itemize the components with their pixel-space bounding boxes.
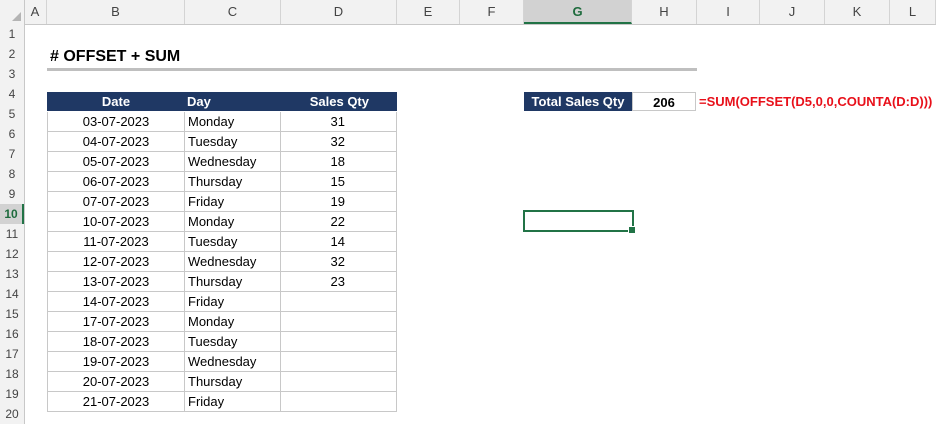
row-header-13[interactable]: 13 <box>0 264 24 284</box>
row-header-17[interactable]: 17 <box>0 344 24 364</box>
fill-handle[interactable] <box>628 226 636 234</box>
header-sales-qty[interactable]: Sales Qty <box>281 92 397 111</box>
row-header-9[interactable]: 9 <box>0 184 24 204</box>
row-header-16[interactable]: 16 <box>0 324 24 344</box>
day-cell[interactable]: Wednesday <box>185 252 281 272</box>
column-header-b[interactable]: B <box>47 0 185 24</box>
sales-qty-cell[interactable]: 23 <box>281 272 397 292</box>
row-header-bar: 1 2 3 4 5 6 7 8 9 10 11 12 13 14 15 16 17 18 19 20 <box>0 24 25 424</box>
date-cell[interactable]: 18-07-2023 <box>47 332 185 352</box>
date-cell[interactable]: 21-07-2023 <box>47 392 185 412</box>
total-sales-value[interactable]: 206 <box>632 92 696 111</box>
column-header-c[interactable]: C <box>185 0 281 24</box>
sales-qty-cell[interactable]: 31 <box>281 112 397 132</box>
day-cell[interactable]: Friday <box>185 192 281 212</box>
total-sales-label[interactable]: Total Sales Qty <box>524 92 632 111</box>
day-cell[interactable]: Friday <box>185 292 281 312</box>
sales-qty-cell[interactable]: 32 <box>281 252 397 272</box>
day-cell[interactable]: Tuesday <box>185 232 281 252</box>
sales-qty-cell[interactable]: 18 <box>281 152 397 172</box>
column-header-a[interactable]: A <box>24 0 47 24</box>
column-header-l[interactable]: L <box>890 0 936 24</box>
date-cell[interactable]: 14-07-2023 <box>47 292 185 312</box>
column-header-e[interactable]: E <box>397 0 460 24</box>
sales-qty-cell[interactable] <box>281 392 397 412</box>
date-cell[interactable]: 07-07-2023 <box>47 192 185 212</box>
sales-qty-cell[interactable]: 32 <box>281 132 397 152</box>
title-underline <box>47 68 697 71</box>
day-cell[interactable]: Thursday <box>185 372 281 392</box>
row-header-15[interactable]: 15 <box>0 304 24 324</box>
column-header-d[interactable]: D <box>281 0 397 24</box>
row-header-12[interactable]: 12 <box>0 244 24 264</box>
day-cell[interactable]: Monday <box>185 312 281 332</box>
row-header-4[interactable]: 4 <box>0 84 24 104</box>
date-cell[interactable]: 19-07-2023 <box>47 352 185 372</box>
row-header-14[interactable]: 14 <box>0 284 24 304</box>
row-header-1[interactable]: 1 <box>0 24 24 44</box>
date-cell[interactable]: 10-07-2023 <box>47 212 185 232</box>
date-cell[interactable]: 20-07-2023 <box>47 372 185 392</box>
day-cell[interactable]: Thursday <box>185 172 281 192</box>
row-header-20[interactable]: 20 <box>0 404 24 424</box>
selected-cell-g10[interactable] <box>523 210 636 234</box>
sales-qty-cell[interactable]: 14 <box>281 232 397 252</box>
row-header-18[interactable]: 18 <box>0 364 24 384</box>
row-header-11[interactable]: 11 <box>0 224 24 244</box>
row-header-8[interactable]: 8 <box>0 164 24 184</box>
sheet-title[interactable]: # OFFSET + SUM <box>50 48 180 66</box>
date-cell[interactable]: 13-07-2023 <box>47 272 185 292</box>
date-cell[interactable]: 04-07-2023 <box>47 132 185 152</box>
column-header-h[interactable]: H <box>632 0 697 24</box>
day-cell[interactable]: Wednesday <box>185 152 281 172</box>
date-cell[interactable]: 06-07-2023 <box>47 172 185 192</box>
spreadsheet: ABCDEFGHIJKL 1 2 3 4 5 6 7 8 9 10 11 12 13 14 15 16 17 18… <box>0 0 936 429</box>
day-cell[interactable]: Monday <box>185 212 281 232</box>
formula-text[interactable]: =SUM(OFFSET(D5,0,0,COUNTA(D:D))) <box>699 92 932 111</box>
date-cell[interactable]: 11-07-2023 <box>47 232 185 252</box>
select-all-icon <box>12 12 21 21</box>
sales-qty-cell[interactable] <box>281 372 397 392</box>
sales-qty-cell[interactable] <box>281 292 397 312</box>
select-all-corner[interactable] <box>0 0 25 24</box>
date-cell[interactable]: 12-07-2023 <box>47 252 185 272</box>
date-cell[interactable]: 03-07-2023 <box>47 112 185 132</box>
column-header-g[interactable]: G <box>524 0 632 24</box>
row-header-7[interactable]: 7 <box>0 144 24 164</box>
day-cell[interactable]: Monday <box>185 112 281 132</box>
column-header-i[interactable]: I <box>697 0 760 24</box>
sales-qty-cell[interactable] <box>281 312 397 332</box>
sales-qty-cell[interactable]: 19 <box>281 192 397 212</box>
date-cell[interactable]: 17-07-2023 <box>47 312 185 332</box>
date-cell[interactable]: 05-07-2023 <box>47 152 185 172</box>
header-day[interactable]: Day <box>185 92 281 111</box>
day-cell[interactable]: Wednesday <box>185 352 281 372</box>
row-header-6[interactable]: 6 <box>0 124 24 144</box>
row-header-5[interactable]: 5 <box>0 104 24 124</box>
header-date[interactable]: Date <box>47 92 185 111</box>
row-header-10[interactable]: 10 <box>0 204 24 224</box>
day-cell[interactable]: Tuesday <box>185 132 281 152</box>
sales-qty-cell[interactable]: 15 <box>281 172 397 192</box>
row-header-3[interactable]: 3 <box>0 64 24 84</box>
row-header-19[interactable]: 19 <box>0 384 24 404</box>
column-header-j[interactable]: J <box>760 0 825 24</box>
column-header-f[interactable]: F <box>460 0 524 24</box>
day-cell[interactable]: Tuesday <box>185 332 281 352</box>
column-header-k[interactable]: K <box>825 0 890 24</box>
sales-qty-cell[interactable] <box>281 332 397 352</box>
day-cell[interactable]: Thursday <box>185 272 281 292</box>
day-cell[interactable]: Friday <box>185 392 281 412</box>
sales-qty-cell[interactable] <box>281 352 397 372</box>
column-header-bar: ABCDEFGHIJKL <box>0 0 936 25</box>
row-header-2[interactable]: 2 <box>0 44 24 64</box>
sales-qty-cell[interactable]: 22 <box>281 212 397 232</box>
